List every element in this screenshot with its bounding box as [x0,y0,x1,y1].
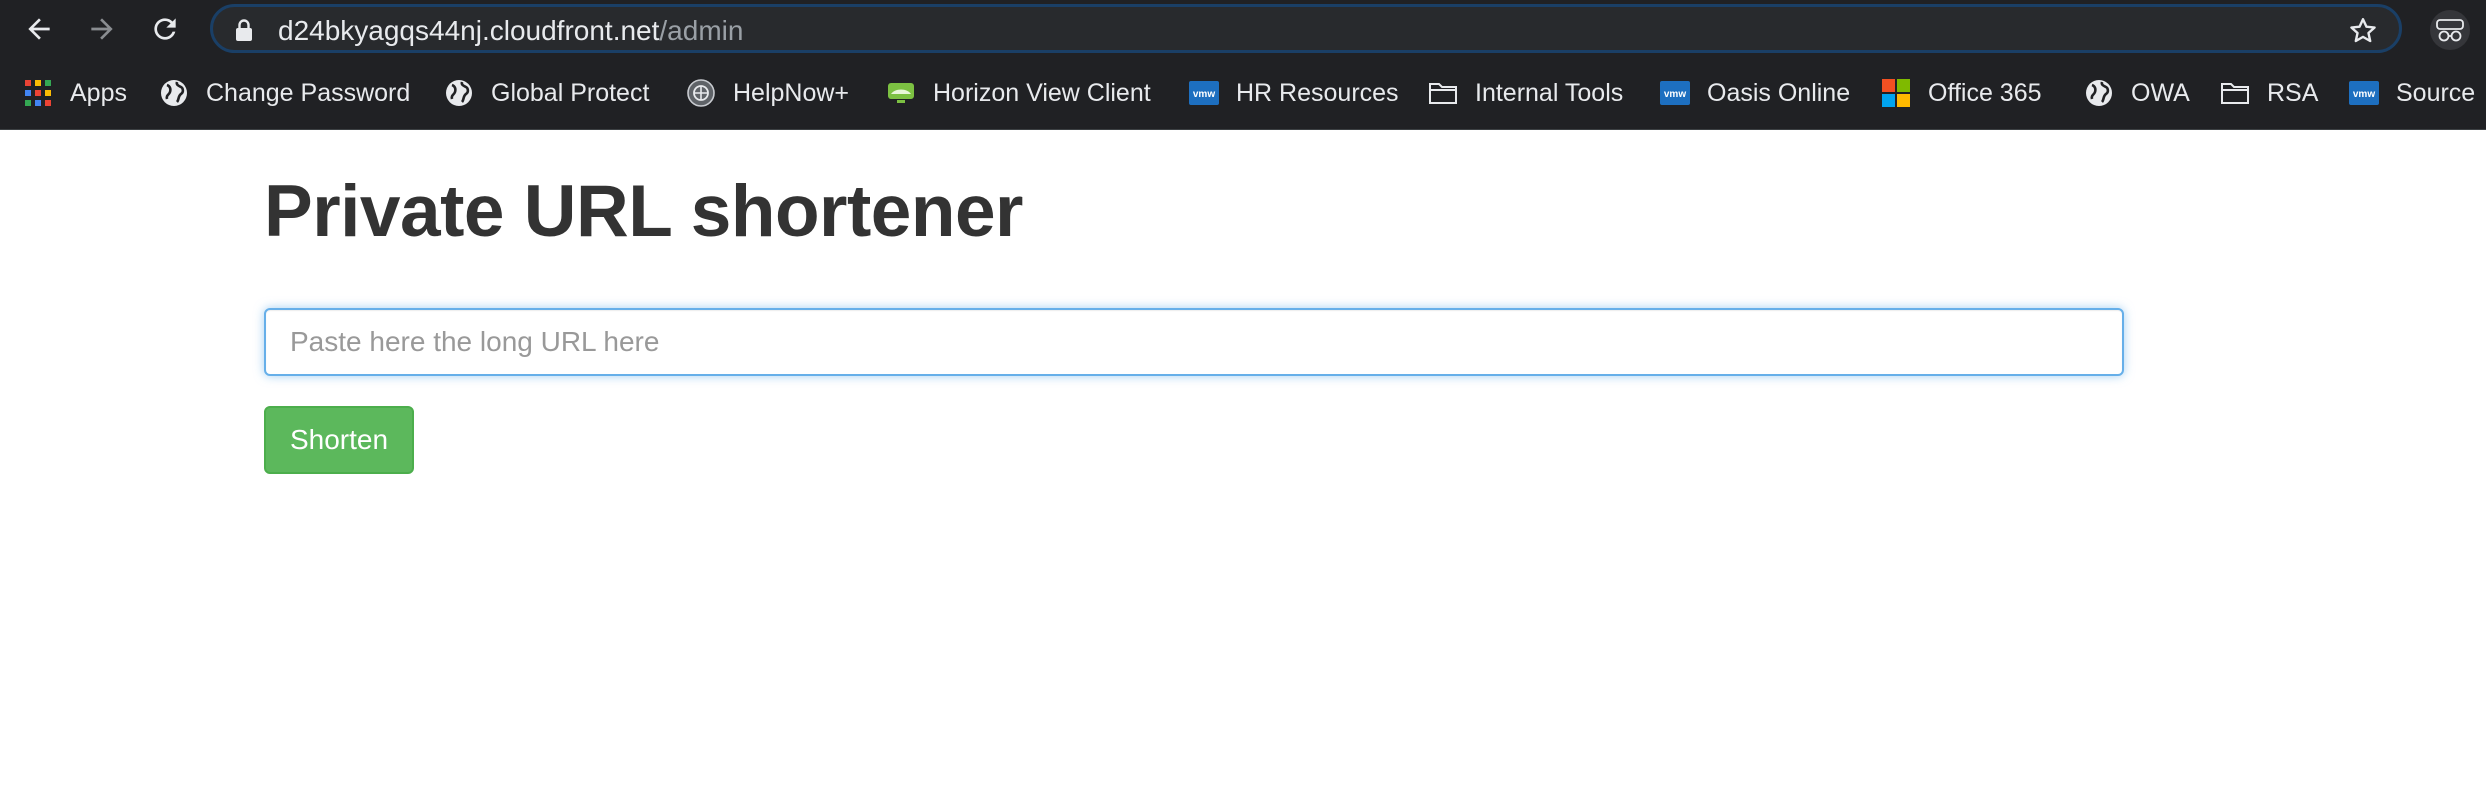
bookmark-apps[interactable]: Apps [22,74,127,112]
vmw-icon: vmw [2349,81,2379,105]
bookmark-global-protect[interactable]: Global Protect [443,74,649,112]
svg-text:vmw: vmw [1664,89,1686,100]
bookmark-hr-resources[interactable]: vmw HR Resources [1188,74,1399,112]
page-title: Private URL shortener [264,171,1023,252]
long-url-input[interactable] [264,308,2124,376]
bookmark-change-password[interactable]: Change Password [158,74,410,112]
folder-icon [1429,83,1457,104]
bookmark-horizon-view-client[interactable]: Horizon View Client [885,74,1151,112]
url-text: d24bkyagqs44nj.cloudfront.net/admin [278,15,743,47]
svg-text:vmw: vmw [1193,89,1215,100]
forward-button[interactable] [81,8,123,50]
bookmark-label: Oasis Online [1707,78,1851,107]
svg-text:vmw: vmw [2353,89,2375,100]
globe-icon [446,80,472,106]
bookmarks-bar: Apps Change Password Global Protect Help… [0,57,2486,130]
bookmark-helpnow[interactable]: HelpNow+ [685,74,849,112]
microsoft-icon [1882,79,1910,107]
horizon-icon [888,83,914,103]
bookmark-rsa[interactable]: RSA [2219,74,2318,112]
bookmark-label: Office 365 [1928,78,2042,107]
bookmark-label: Source [2396,78,2476,107]
vmw-icon: vmw [1189,81,1219,105]
bookmark-owa[interactable]: OWA [2083,74,2190,112]
bookmark-label: Apps [70,78,127,107]
bookmark-label: Change Password [206,78,411,107]
back-button[interactable] [18,8,60,50]
bookmark-oasis-online[interactable]: vmw Oasis Online [1659,74,1850,112]
vmw-icon: vmw [1660,81,1690,105]
incognito-icon [2436,19,2464,42]
incognito-profile-button[interactable] [2430,10,2470,50]
folder-icon [2221,83,2249,104]
bookmark-label: Global Protect [491,78,650,107]
bookmark-source[interactable]: vmw Source [2348,74,2475,112]
arrow-left-icon [28,18,50,40]
helpnow-icon [687,79,715,107]
url-path: /admin [659,15,744,46]
shorten-button[interactable]: Shorten [264,406,414,474]
bookmark-office-365[interactable]: Office 365 [1880,74,2042,112]
bookmark-label: Horizon View Client [933,78,1151,107]
address-bar[interactable]: d24bkyagqs44nj.cloudfront.net/admin [210,4,2402,53]
reload-button[interactable] [144,8,186,50]
reload-icon [154,18,176,40]
lock-icon [236,19,252,41]
apps-grid-icon [25,80,51,106]
bookmark-label: HR Resources [1236,78,1399,107]
arrow-right-icon [91,18,113,40]
bookmark-internal-tools[interactable]: Internal Tools [1427,74,1623,112]
globe-icon [2086,80,2112,106]
bookmark-label: HelpNow+ [733,78,850,107]
globe-icon [161,80,187,106]
bookmark-label: OWA [2131,78,2190,107]
browser-toolbar: d24bkyagqs44nj.cloudfront.net/admin [0,0,2486,57]
bookmark-label: Internal Tools [1475,78,1624,107]
bookmark-label: RSA [2267,78,2319,107]
bookmark-star-icon[interactable] [2347,15,2379,47]
url-host: d24bkyagqs44nj.cloudfront.net [278,15,660,46]
